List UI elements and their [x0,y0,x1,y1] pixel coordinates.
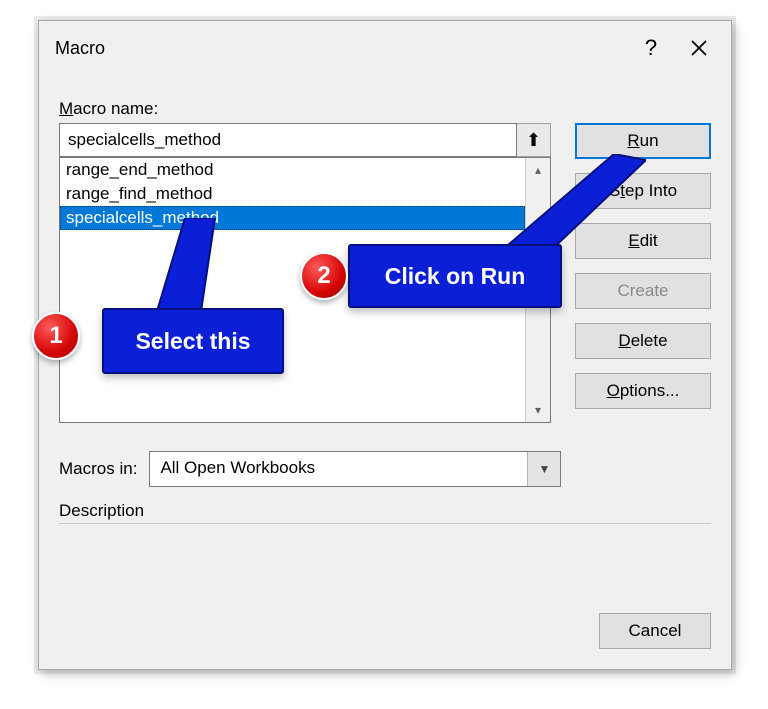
help-button[interactable]: ? [627,26,675,70]
step-up-button[interactable]: ⬆ [517,123,551,157]
divider [59,523,711,524]
macros-in-select[interactable]: All Open Workbooks ▼ [149,451,561,487]
close-icon [690,39,708,57]
dialog-title: Macro [55,38,105,59]
list-item[interactable]: range_find_method [60,182,525,206]
callout-badge-1: 1 [32,312,80,360]
callout-badge-2: 2 [300,252,348,300]
macro-name-input[interactable] [59,123,517,157]
callout-click-on-run: Click on Run [348,244,562,308]
close-button[interactable] [675,26,723,70]
list-item[interactable]: specialcells_method [60,206,525,230]
title-bar: Macro ? [39,21,731,75]
options-button[interactable]: Options... [575,373,711,409]
macros-in-label: Macros in: [59,459,137,479]
create-button: Create [575,273,711,309]
callout-arrow [155,218,235,318]
cancel-button[interactable]: Cancel [599,613,711,649]
macros-in-value: All Open Workbooks [150,452,527,486]
list-item[interactable]: range_end_method [60,158,525,182]
titlebar-controls: ? [627,26,723,70]
callout-select-this: Select this [102,308,284,374]
macro-name-label: Macro name: [59,99,711,119]
up-arrow-icon: ⬆ [526,130,541,151]
delete-button[interactable]: Delete [575,323,711,359]
chevron-down-icon[interactable]: ▼ [527,452,560,486]
scroll-down-icon[interactable]: ▾ [526,398,550,422]
description-label: Description [59,501,711,521]
